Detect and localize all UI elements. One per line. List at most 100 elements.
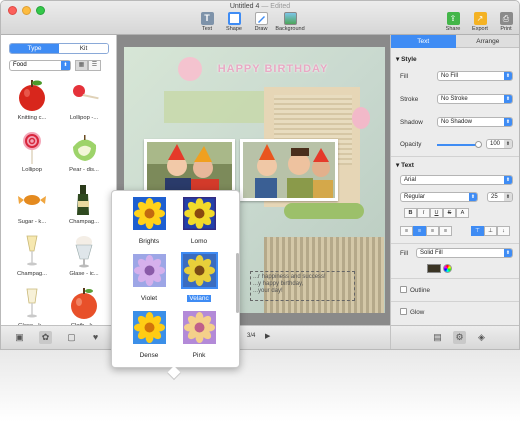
justify-icon[interactable]: ≡ bbox=[439, 226, 452, 236]
window-title: Untitled 4 — Edited bbox=[1, 3, 519, 10]
color-wheel-icon[interactable] bbox=[443, 264, 452, 273]
strikethrough-button[interactable]: S bbox=[443, 208, 456, 218]
fill-select[interactable]: No Fill ⬍ bbox=[437, 71, 513, 81]
text-color-swatch[interactable] bbox=[427, 264, 441, 273]
greeting-textbox[interactable]: ...r happiness and success! ...y happy b… bbox=[250, 271, 355, 301]
greeting-line: ...y happy birthday, bbox=[253, 281, 304, 287]
document-icon[interactable]: ▤ bbox=[431, 331, 444, 344]
champagne-icon bbox=[77, 185, 89, 215]
greeting-line: ...your day! bbox=[253, 288, 283, 294]
section-divider bbox=[391, 301, 519, 302]
chevron-down-icon: ⬍ bbox=[504, 176, 512, 184]
glow-checkbox[interactable]: Glow bbox=[400, 308, 424, 316]
popover-scrollbar[interactable] bbox=[236, 253, 239, 313]
photo-frame-right[interactable] bbox=[240, 139, 338, 201]
font-size-stepper[interactable]: 25 ⬍ bbox=[487, 192, 513, 202]
section-divider bbox=[391, 156, 519, 157]
filter-brights[interactable]: Brights bbox=[129, 197, 169, 248]
chevron-down-icon: ⬍ bbox=[469, 193, 477, 201]
clip-label: Lollipop -... bbox=[69, 115, 99, 121]
clip-label: Champag... bbox=[69, 219, 99, 225]
superscript-button[interactable]: A bbox=[456, 208, 469, 218]
filter-velanc[interactable]: Velanc bbox=[179, 252, 219, 305]
stroke-label: Stroke bbox=[400, 96, 419, 103]
opacity-label: Opacity bbox=[400, 141, 422, 148]
clip-item[interactable]: Lollipop bbox=[9, 129, 55, 185]
clip-item[interactable]: Knitting c... bbox=[9, 77, 55, 133]
photos-icon[interactable]: ▣ bbox=[13, 331, 26, 344]
shadow-label: Shadow bbox=[400, 119, 423, 126]
clip-item[interactable]: Champag... bbox=[9, 233, 55, 289]
text-fill-select[interactable]: Solid Fill ⬍ bbox=[416, 248, 513, 258]
underline-button[interactable]: U bbox=[430, 208, 443, 218]
opacity-slider[interactable] bbox=[437, 144, 477, 146]
cloth-apple-icon bbox=[71, 288, 97, 319]
bold-button[interactable]: B bbox=[404, 208, 417, 218]
page-indicator: 3/4 bbox=[247, 333, 256, 339]
flower-thumbnail bbox=[182, 197, 216, 230]
grid-view-button[interactable]: ▦ bbox=[75, 60, 88, 71]
heart-icon[interactable]: ♥ bbox=[89, 331, 102, 344]
align-left-icon[interactable]: ≡ bbox=[400, 226, 413, 236]
lollipop-icon bbox=[73, 85, 99, 100]
text-section-header[interactable]: ▾ Text bbox=[396, 161, 414, 169]
background-tool-button[interactable]: Background bbox=[273, 12, 307, 32]
align-right-icon[interactable]: ≡ bbox=[426, 226, 439, 236]
category-select[interactable]: Food ⬍ bbox=[9, 60, 71, 71]
font-family-select[interactable]: Arial ⬍ bbox=[400, 175, 513, 185]
filter-dense[interactable]: Dense bbox=[129, 311, 169, 362]
align-center-icon[interactable]: ≡ bbox=[413, 226, 426, 236]
pencil-icon bbox=[254, 12, 268, 25]
gear-icon[interactable]: ⚙ bbox=[453, 331, 466, 344]
fill-label: Fill bbox=[400, 73, 409, 80]
clipart-gear-icon[interactable]: ✿ bbox=[39, 331, 52, 344]
text-fill-value: Solid Fill bbox=[420, 250, 443, 256]
left-panel-footer: ▣ ✿ ▢ ♥ bbox=[1, 325, 117, 349]
clip-item[interactable]: Lollipop -... bbox=[61, 77, 107, 133]
list-view-button[interactable]: ☰ bbox=[88, 60, 101, 71]
stroke-value: No Stroke bbox=[441, 96, 468, 102]
align-top-icon[interactable]: ⊤ bbox=[471, 226, 484, 236]
clip-item[interactable]: Pear - dis... bbox=[61, 129, 107, 185]
chevron-down-icon: ⬍ bbox=[504, 72, 512, 80]
opacity-stepper[interactable]: 100 ⬍ bbox=[486, 139, 513, 149]
inspector-footer: ▤ ⚙ ◈ bbox=[390, 325, 519, 349]
next-page-icon[interactable]: ▶ bbox=[265, 332, 270, 340]
layers-icon[interactable]: ◈ bbox=[475, 331, 488, 344]
style-section-header[interactable]: ▾ Style bbox=[396, 55, 417, 63]
stroke-select[interactable]: No Stroke ⬍ bbox=[437, 94, 513, 104]
champagne-glass-icon bbox=[26, 235, 38, 266]
library-segmented-control: Type Kit bbox=[9, 43, 109, 54]
draw-tool-label: Draw bbox=[254, 26, 268, 32]
banner-text[interactable]: HAPPY BIRTHDAY bbox=[188, 63, 358, 75]
cupcake-decoration-right bbox=[352, 107, 370, 129]
pear-icon bbox=[73, 135, 97, 161]
filter-label: Dense bbox=[139, 352, 159, 359]
font-style-select[interactable]: Regular ⬍ bbox=[400, 192, 478, 202]
clip-item[interactable]: Sugar - k... bbox=[9, 181, 55, 237]
filter-pink[interactable]: Pink bbox=[179, 311, 219, 362]
clip-item[interactable]: Champag... bbox=[61, 181, 107, 237]
outline-checkbox[interactable]: Outline bbox=[400, 286, 430, 294]
italic-button[interactable]: I bbox=[417, 208, 430, 218]
share-icon: ⇪ bbox=[446, 12, 460, 25]
tab-type[interactable]: Type bbox=[10, 44, 59, 53]
shadow-select[interactable]: No Shadow ⬍ bbox=[437, 117, 513, 127]
title-bar: Untitled 4 — Edited T Text Shape Draw Ba… bbox=[1, 1, 519, 35]
frames-icon[interactable]: ▢ bbox=[65, 331, 78, 344]
align-middle-icon[interactable]: ⊥ bbox=[484, 226, 497, 236]
clip-item[interactable]: Glase - ic... bbox=[61, 233, 107, 289]
filter-lomo[interactable]: Lomo bbox=[179, 197, 219, 248]
kids-photo bbox=[243, 142, 335, 198]
photo-filter-popover: Brights Lomo Violet Velanc Dense Pink bbox=[111, 190, 240, 381]
opacity-slider-knob[interactable] bbox=[475, 141, 482, 148]
print-button[interactable]: ⎙ Print bbox=[489, 12, 519, 32]
text-header-label: Text bbox=[401, 162, 414, 169]
filter-violet[interactable]: Violet bbox=[129, 254, 169, 305]
tab-kit[interactable]: Kit bbox=[59, 44, 108, 53]
view-mode-toggle: ▦ ☰ bbox=[75, 60, 101, 71]
tab-text[interactable]: Text bbox=[391, 35, 456, 48]
section-divider bbox=[391, 278, 519, 279]
align-bottom-icon[interactable]: ↓ bbox=[497, 226, 510, 236]
tab-arrange[interactable]: Arrange bbox=[455, 35, 519, 48]
